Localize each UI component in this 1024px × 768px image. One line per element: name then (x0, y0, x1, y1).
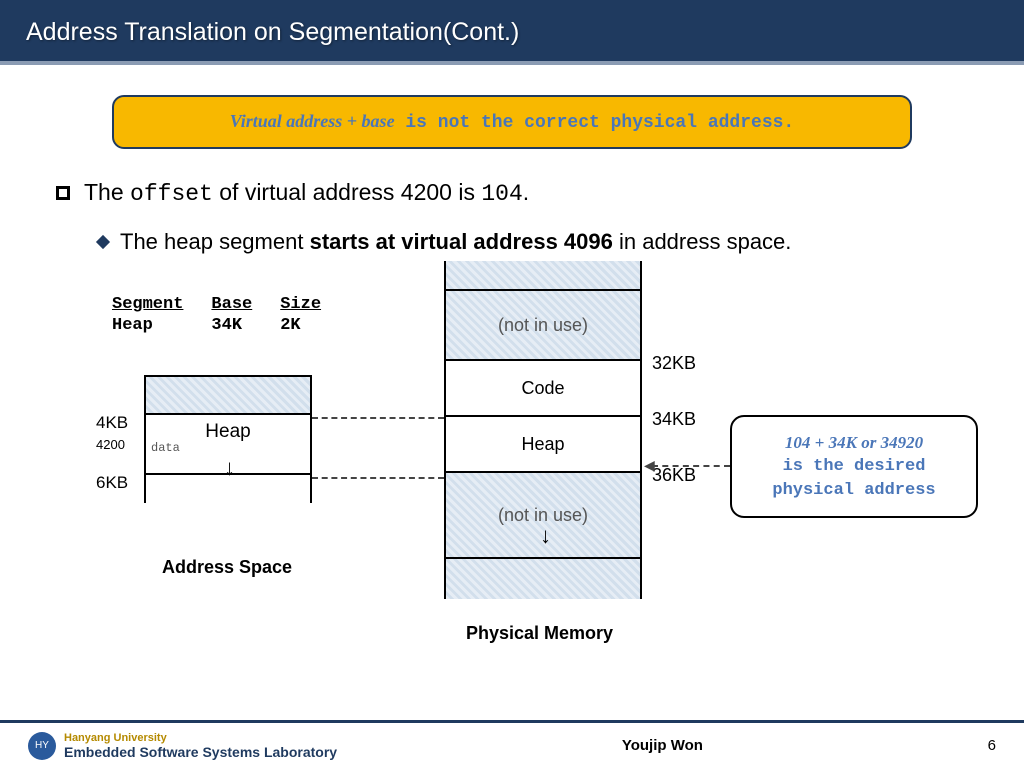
banner-math: Virtual address + base (230, 111, 395, 131)
tick-36kb: 36KB (652, 465, 696, 486)
dashed-connector-1 (312, 417, 444, 419)
bullet-text: The offset of virtual address 4200 is 10… (84, 179, 529, 207)
tick-32kb: 32KB (652, 353, 696, 374)
segtable-h3: Size (280, 295, 321, 314)
subbullet-pre: The heap segment (120, 229, 310, 254)
segment-table: Segment Base Size Heap 34K 2K (110, 293, 349, 337)
segtable-r1c3: 2K (280, 316, 347, 335)
pm-caption: Physical Memory (466, 623, 613, 644)
segtable-r1c1: Heap (112, 316, 209, 335)
pm-code-label: Code (521, 378, 564, 399)
pm-notinuse1-label: (not in use) (498, 315, 588, 336)
figure-area: Segment Base Size Heap 34K 2K Heap data … (56, 265, 968, 665)
tick-6kb: 6KB (96, 473, 128, 493)
callout-connector (652, 465, 730, 467)
page-number: 6 (988, 737, 996, 754)
pm-heap-label: Heap (521, 434, 564, 455)
slide-title: Address Translation on Segmentation(Cont… (26, 18, 1024, 47)
left-arrowhead-icon: ◀ (644, 457, 655, 474)
bullet-line: The offset of virtual address 4200 is 10… (56, 179, 968, 207)
tick-34kb: 34KB (652, 409, 696, 430)
footer-lab: Embedded Software Systems Laboratory (64, 744, 337, 760)
dashed-connector-2 (312, 477, 444, 479)
callout-math: 104 + 34K or 34920 (742, 431, 966, 455)
as-heap-label: Heap (205, 421, 250, 442)
result-callout: 104 + 34K or 34920 is the desired physic… (730, 415, 978, 518)
down-arrow-icon: ↓ (224, 455, 235, 481)
down-arrow-icon: ↓ (540, 523, 551, 549)
subbullet-post: in address space. (613, 229, 792, 254)
bullet-mid: of virtual address 4200 is (213, 179, 481, 205)
address-space-diagram: Heap (144, 375, 312, 503)
diamond-bullet-icon (96, 235, 110, 249)
subbullet-line: The heap segment starts at virtual addre… (98, 229, 968, 255)
pm-notinuse-1: (not in use) (446, 291, 640, 361)
bullet-post: . (523, 179, 529, 205)
pm-bottom-slice (446, 559, 640, 599)
pm-top-slice (446, 261, 640, 291)
segtable-h2: Base (211, 295, 252, 314)
bullet-code: offset (130, 181, 213, 207)
pm-heap-seg: Heap (446, 417, 640, 473)
subbullet-strong: starts at virtual address 4096 (310, 229, 613, 254)
as-hatched-top (146, 375, 310, 415)
as-data-label: data (151, 441, 180, 455)
as-caption: Address Space (162, 557, 292, 578)
banner-rest: is not the correct physical address. (395, 113, 795, 133)
university-logo-icon: HY (28, 732, 56, 760)
segtable-h1: Segment (112, 295, 183, 314)
lab-branding: HY Hanyang University Embedded Software … (28, 732, 337, 760)
slide-header: Address Translation on Segmentation(Cont… (0, 0, 1024, 65)
footer-univ: Hanyang University (64, 732, 337, 744)
bullet-pre: The (84, 179, 130, 205)
square-bullet-icon (56, 186, 70, 200)
subbullet-text: The heap segment starts at virtual addre… (120, 229, 791, 255)
content-area: The offset of virtual address 4200 is 10… (0, 149, 1024, 665)
footer-author: Youjip Won (622, 737, 703, 754)
callout-line2: is the desired (742, 455, 966, 479)
pm-code-seg: Code (446, 361, 640, 417)
callout-line3: physical address (742, 479, 966, 503)
tick-4200: 4200 (96, 437, 125, 452)
highlight-banner: Virtual address + base is not the correc… (112, 95, 912, 149)
slide-footer: HY Hanyang University Embedded Software … (0, 720, 1024, 768)
tick-4kb: 4KB (96, 413, 128, 433)
bullet-val: 104 (481, 181, 522, 207)
segtable-r1c2: 34K (211, 316, 278, 335)
